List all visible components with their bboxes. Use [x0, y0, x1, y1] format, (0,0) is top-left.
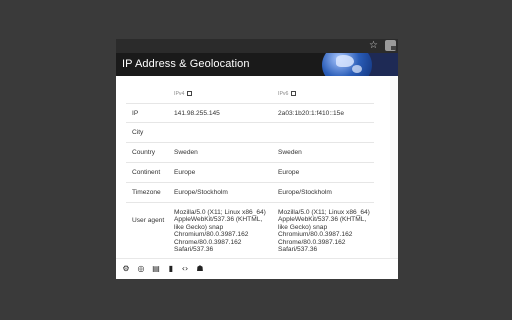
document-icon[interactable]: ▤ [151, 264, 161, 274]
ipv6-value: Europe [278, 169, 300, 176]
row-label: User agent [132, 217, 165, 224]
table-row-user-agent: User agent Mozilla/5.0 (X11; Linux x86_6… [126, 203, 374, 260]
header-ipv6: IPv6 [278, 91, 374, 98]
popup-header: IP Address & Geolocation [116, 53, 398, 76]
globe-icon [322, 53, 372, 76]
bottom-toolbar: ⚙ ◎ ▤ ▮ ‹› ☗ [116, 258, 398, 279]
table-row-continent: Continent Europe Europe [126, 163, 374, 183]
table-row-ip: IP 141.98.255.145 2a03:1b20:1:f410::15e [126, 104, 374, 123]
map-icon[interactable] [291, 91, 297, 96]
table-row-city: City [126, 123, 374, 143]
android-icon[interactable]: ☗ [195, 264, 205, 274]
table-header-row: IPv4 IPv6 [126, 85, 374, 104]
ipv4-value: Sweden [174, 149, 198, 156]
extension-popup: IP Address & Geolocation IPv4 IPv6 IP 14… [116, 53, 398, 279]
ipv6-value: Sweden [278, 149, 302, 156]
extension-icon[interactable] [385, 40, 396, 51]
row-label: Country [132, 149, 156, 156]
scrollbar[interactable] [390, 76, 398, 258]
ipv6-value: 2a03:1b20:1:f410::15e [278, 110, 344, 117]
ipv4-value: Mozilla/5.0 (X11; Linux x86_64) AppleWeb… [174, 209, 266, 254]
map-icon[interactable] [187, 91, 193, 96]
row-label: IP [132, 110, 139, 117]
gear-icon[interactable]: ⚙ [121, 264, 131, 274]
ipv6-value: Europe/Stockholm [278, 189, 332, 196]
ipv4-value: Europe/Stockholm [174, 189, 228, 196]
browser-toolbar [116, 39, 398, 53]
header-ipv4: IPv4 [174, 91, 270, 98]
header-strip [368, 53, 398, 76]
fingerprint-icon[interactable]: ◎ [136, 264, 146, 274]
star-icon[interactable]: ☆ [369, 40, 378, 52]
table-row-timezone: Timezone Europe/Stockholm Europe/Stockho… [126, 183, 374, 203]
code-icon[interactable]: ‹› [180, 264, 190, 274]
ipv4-value: 141.98.255.145 [174, 110, 220, 117]
table-row-country: Country Sweden Sweden [126, 143, 374, 163]
row-label: Timezone [132, 189, 161, 196]
ipv6-value: Mozilla/5.0 (X11; Linux x86_64) AppleWeb… [278, 209, 370, 254]
geo-table: IPv4 IPv6 IP 141.98.255.145 2a03:1b20:1:… [126, 85, 374, 260]
ipv4-value: Europe [174, 169, 196, 176]
row-label: City [132, 129, 144, 136]
popup-title: IP Address & Geolocation [122, 58, 250, 70]
bar-chart-icon[interactable]: ▮ [166, 264, 176, 274]
row-label: Continent [132, 169, 161, 176]
